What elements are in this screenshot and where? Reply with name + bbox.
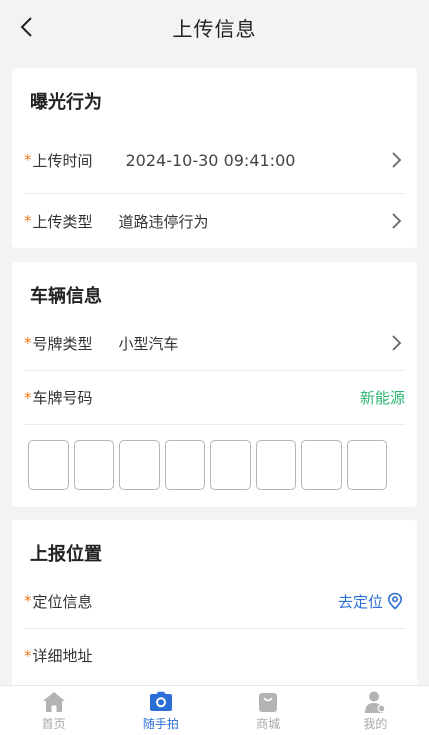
chevron-right-icon: [392, 213, 402, 229]
user-icon: [365, 691, 386, 713]
required-mark: *: [24, 151, 32, 169]
vehicle-card: 车辆信息 * 号牌类型 小型汽车 * 车牌号码 新能源: [12, 262, 417, 507]
locate-label: 定位信息: [32, 592, 93, 611]
plate-char-input[interactable]: [346, 440, 387, 490]
plate-type-value: 小型汽车: [118, 334, 179, 353]
required-mark: *: [24, 212, 32, 230]
shop-bag-icon: [259, 693, 278, 712]
tab-mine[interactable]: 我的: [322, 686, 429, 735]
plate-type-label: 号牌类型: [32, 334, 93, 353]
page-title: 上传信息: [172, 16, 257, 41]
vehicle-section-title: 车辆信息: [30, 286, 102, 307]
chevron-left-icon: [20, 17, 32, 37]
plate-char-input[interactable]: [164, 440, 205, 490]
new-energy-toggle[interactable]: 新能源: [360, 387, 405, 408]
upload-time-row[interactable]: * 上传时间 2024-10-30 09:41:00: [24, 128, 405, 192]
tab-snapshot-label: 随手拍: [142, 717, 179, 731]
upload-type-value: 道路违停行为: [118, 212, 209, 231]
location-section-title: 上报位置: [30, 544, 102, 565]
plate-char-input[interactable]: [210, 440, 251, 490]
address-label: 详细地址: [32, 647, 93, 665]
plate-char-input[interactable]: [301, 440, 342, 490]
tab-home[interactable]: 首页: [0, 686, 107, 735]
plate-number-label: 车牌号码: [32, 389, 93, 407]
required-mark: *: [24, 592, 32, 610]
tab-home-label: 首页: [41, 717, 66, 731]
address-row[interactable]: * 详细地址: [24, 628, 405, 682]
plate-char-input[interactable]: [73, 440, 114, 490]
required-mark: *: [24, 388, 32, 407]
chevron-right-icon: [392, 152, 402, 168]
upload-time-label: 上传时间: [32, 151, 93, 170]
tab-mine-label: 我的: [363, 717, 388, 731]
nav-bar: 上传信息: [0, 0, 429, 54]
go-locate-button[interactable]: 去定位: [338, 591, 403, 612]
chevron-right-icon: [392, 335, 402, 351]
plate-char-input[interactable]: [119, 440, 160, 490]
back-button[interactable]: [10, 11, 42, 43]
camera-icon: [149, 691, 172, 711]
upload-type-row[interactable]: * 上传类型 道路违停行为: [24, 193, 405, 248]
plate-input-group: [28, 440, 387, 490]
tab-snapshot[interactable]: 随手拍: [107, 686, 214, 735]
plate-char-input[interactable]: [255, 440, 296, 490]
tab-shop[interactable]: 商城: [215, 686, 322, 735]
exposure-section-title: 曝光行为: [30, 92, 102, 113]
exposure-card: 曝光行为 * 上传时间 2024-10-30 09:41:00 * 上传类型 道…: [12, 68, 417, 248]
tab-shop-label: 商城: [256, 717, 281, 731]
go-locate-label: 去定位: [337, 592, 383, 611]
plate-number-row: * 车牌号码 新能源: [24, 370, 405, 424]
upload-type-label: 上传类型: [32, 212, 93, 231]
required-mark: *: [24, 646, 32, 665]
location-pin-icon: [387, 592, 403, 610]
home-icon: [42, 692, 65, 712]
plate-type-row[interactable]: * 号牌类型 小型汽车: [24, 316, 405, 370]
divider: [24, 424, 405, 425]
locate-row: * 定位信息 去定位: [24, 574, 405, 628]
required-mark: *: [24, 334, 32, 352]
location-card: 上报位置 * 定位信息 去定位 * 详细地址: [12, 520, 417, 695]
upload-time-value: 2024-10-30 09:41:00: [125, 150, 296, 170]
bottom-tab-bar: 首页 随手拍 商城 我的: [0, 685, 429, 735]
plate-char-input[interactable]: [28, 440, 69, 490]
